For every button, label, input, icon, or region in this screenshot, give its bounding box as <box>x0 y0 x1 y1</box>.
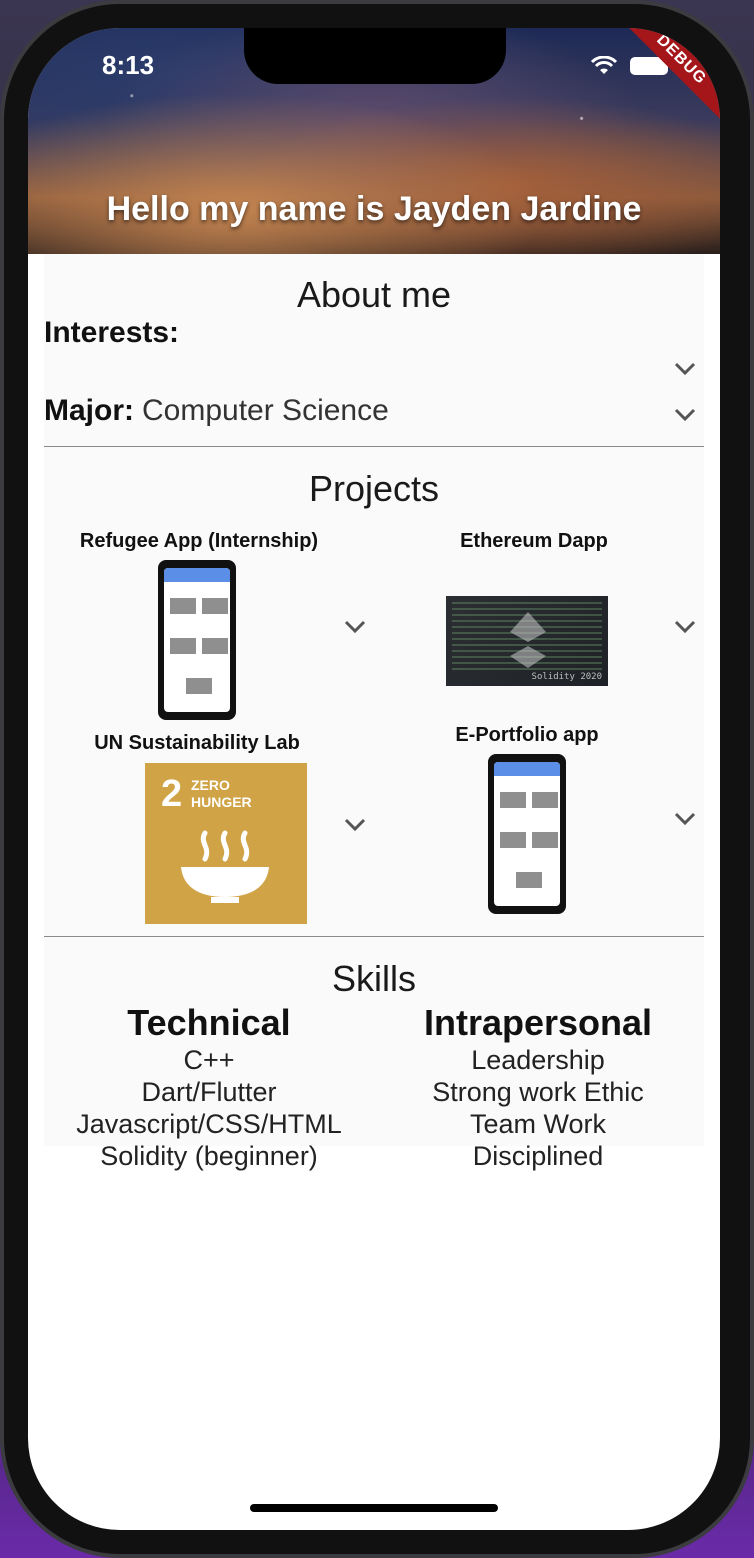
skills-title: Skills <box>331 958 416 999</box>
projects-title: Projects <box>308 468 440 509</box>
dapp-caption: Solidity 2020 <box>531 672 602 682</box>
chevron-down-icon[interactable] <box>674 362 696 376</box>
skills-intrapersonal: Intrapersonal Leadership Strong work Eth… <box>384 1002 692 1172</box>
project-title-un-sustainability-lab: UN Sustainability Lab <box>94 732 300 754</box>
skills-technical: Technical C++ Dart/Flutter Javascript/CS… <box>44 1002 374 1172</box>
chevron-down-icon[interactable] <box>344 620 366 634</box>
skill-item: Dart/Flutter <box>141 1077 277 1107</box>
skill-item: Solidity (beginner) <box>100 1141 318 1171</box>
skill-item: Team Work <box>469 1109 607 1139</box>
divider <box>44 446 704 447</box>
skills-technical-heading: Technical <box>127 1002 291 1043</box>
skills-intrapersonal-heading: Intrapersonal <box>423 1002 653 1043</box>
skill-item: Disciplined <box>472 1141 604 1171</box>
major-value: Computer Science <box>142 394 389 427</box>
interests-label: Interests: <box>44 316 180 349</box>
wifi-icon <box>590 56 618 74</box>
ethereum-dapp-image[interactable]: Solidity 2020 <box>446 596 608 686</box>
major-row[interactable]: Major: Computer Science <box>44 394 704 428</box>
project-title-e-portfolio-app: E-Portfolio app <box>455 724 599 746</box>
sdg-number: 2 <box>161 773 183 815</box>
app-screen: Hello my name is Jayden Jardine 8:13 DEB… <box>28 28 720 1530</box>
e-portfolio-screenshot[interactable] <box>488 754 566 914</box>
notch <box>244 28 506 84</box>
refugee-app-screenshot[interactable] <box>158 560 236 720</box>
status-time: 8:13 <box>102 50 155 80</box>
skill-item: Strong work Ethic <box>432 1077 644 1107</box>
chevron-down-icon[interactable] <box>674 620 696 634</box>
home-indicator[interactable] <box>250 1504 498 1512</box>
about-title: About me <box>296 274 452 315</box>
project-title-ethereum-dapp: Ethereum Dapp <box>460 530 608 552</box>
zero-hunger-image[interactable]: 2 ZERO HUNGER <box>145 763 307 924</box>
sdg-label: ZERO HUNGER <box>191 777 252 810</box>
divider <box>44 936 704 937</box>
bowl-icon <box>181 830 269 903</box>
status-icons <box>590 56 668 76</box>
major-label: Major: <box>44 394 134 427</box>
chevron-down-icon[interactable] <box>674 408 696 422</box>
skill-item: Leadership <box>471 1045 605 1075</box>
project-title-refugee-app: Refugee App (Internship) <box>79 530 319 552</box>
skill-item: Javascript/CSS/HTML <box>76 1109 342 1139</box>
ethereum-logo-icon <box>510 612 546 668</box>
chevron-down-icon[interactable] <box>344 818 366 832</box>
skill-item: C++ <box>183 1045 235 1075</box>
content-area: About me Interests: Major: Computer Scie… <box>44 254 704 1171</box>
header-title: Hello my name is Jayden Jardine <box>106 190 642 228</box>
interests-row[interactable]: Interests: <box>44 316 704 350</box>
chevron-down-icon[interactable] <box>674 812 696 826</box>
